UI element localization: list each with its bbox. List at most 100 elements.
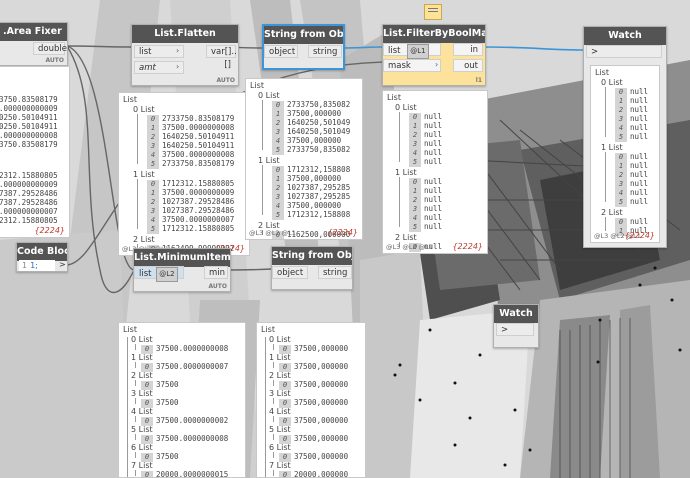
string-from-object-node-1[interactable]: String from Object object string bbox=[262, 24, 345, 70]
note-icon[interactable] bbox=[424, 4, 442, 20]
list-item: 4 37500.0000000008 bbox=[147, 150, 234, 160]
sublist-label: 2 List bbox=[131, 371, 153, 380]
list-value: .000000000009 bbox=[0, 104, 58, 113]
input-port[interactable]: > bbox=[586, 45, 662, 58]
list-value: null bbox=[424, 121, 443, 130]
string-from-object-node-2[interactable]: String from Object object string bbox=[271, 246, 353, 290]
output-port-min[interactable]: min bbox=[204, 266, 228, 279]
list-item: 5 2733750.83508179 bbox=[147, 159, 235, 169]
list-value: null bbox=[424, 186, 443, 195]
list-item: 0 37500,000000 bbox=[279, 434, 348, 444]
tree-line bbox=[399, 112, 400, 162]
list-flatten-node[interactable]: List.Flatten list › amt › var[]..[] AUTO bbox=[131, 24, 239, 86]
list-item: 0 37500,000000 bbox=[279, 398, 348, 408]
input-port-object[interactable]: object bbox=[264, 45, 298, 58]
sublist-label: 2 List bbox=[133, 235, 155, 244]
list-value: 37500,000000 bbox=[294, 362, 349, 371]
output-port-string[interactable]: string bbox=[308, 45, 342, 58]
list-value: 1640250.50104911 bbox=[162, 132, 235, 141]
list-item: 0 2733750,835082 bbox=[272, 100, 350, 110]
list-minimum-item-node[interactable]: List.MinimumItem list @L2 min AUTO bbox=[133, 248, 231, 292]
list-value: 37500.0000000002 bbox=[156, 416, 229, 425]
list-item: 4 null bbox=[409, 148, 442, 158]
tree-line bbox=[273, 398, 274, 404]
list-item: 3 null bbox=[409, 139, 442, 149]
string-from-object-preview-2: List 0 List 0 37500,000000 1 List 0 37500,0000… bbox=[256, 322, 366, 478]
list-value: 3750.83508179 bbox=[0, 95, 58, 104]
watch-node-2[interactable]: Watch > bbox=[493, 304, 539, 348]
tree-line bbox=[273, 380, 274, 386]
list-value: null bbox=[424, 130, 443, 139]
sublist-label: 1 List bbox=[131, 353, 153, 362]
list-levels: @L3 @L2 @L1 bbox=[386, 243, 433, 251]
code-block-node[interactable]: Code Block 11; > bbox=[16, 242, 68, 272]
list-value: 37500 bbox=[156, 380, 179, 389]
list-item: 1 null bbox=[615, 161, 649, 171]
list-value: 37500,000000 bbox=[294, 452, 349, 461]
output-port-double[interactable]: double bbox=[33, 42, 67, 55]
sublist-label: 1 List bbox=[601, 143, 623, 152]
node-title: String from Object bbox=[264, 26, 343, 44]
list-item: 1 37500,000000 bbox=[272, 174, 341, 184]
list-item: 0 37500 bbox=[141, 398, 179, 408]
list-value: 2733750.83508179 bbox=[162, 159, 235, 168]
filter-by-bool-mask-node[interactable]: List.FilterByBoolMask list @L1 mask › in… bbox=[382, 24, 486, 86]
list-item: 5 null bbox=[409, 222, 443, 232]
list-value: 2312.15880805 bbox=[0, 216, 58, 225]
list-item: 3 null bbox=[409, 204, 442, 214]
tree-line bbox=[273, 344, 274, 350]
tree-line bbox=[135, 362, 136, 368]
list-item: 2 null bbox=[615, 170, 648, 180]
item-index: 5 bbox=[147, 225, 159, 234]
output-port-out[interactable]: out bbox=[453, 59, 483, 72]
input-port-list[interactable]: list @L1 bbox=[383, 43, 441, 59]
sublist-label: 5 List bbox=[269, 425, 291, 434]
sublist-label: 0 List bbox=[601, 78, 623, 87]
tree-line bbox=[135, 380, 136, 386]
watch-node-1[interactable]: Watch > List 0 List 0 null 1 null 2 null 3 null 4 n… bbox=[583, 26, 667, 248]
sublist-label: 2 List bbox=[395, 233, 417, 242]
list-item: 1 null bbox=[615, 96, 648, 106]
sublist-label: 7 List bbox=[269, 461, 291, 470]
output-port-in[interactable]: in bbox=[453, 43, 483, 56]
input-port-list[interactable]: list @L2 bbox=[134, 266, 184, 282]
list-value: 37500,000000 bbox=[287, 201, 342, 210]
list-item: 0 20000,000000 bbox=[279, 470, 349, 478]
list-value: 37500 bbox=[156, 398, 179, 407]
list-item: 5 null bbox=[409, 157, 443, 167]
sublist-label: 4 List bbox=[131, 407, 153, 416]
list-value: null bbox=[424, 157, 443, 166]
tree-line bbox=[135, 416, 136, 422]
list-value: null bbox=[424, 222, 443, 231]
output-port-string[interactable]: string bbox=[318, 266, 352, 279]
area-fixer-preview: 3750.83508179.000000000009 0250.50104911 0… bbox=[0, 66, 70, 238]
list-value: 37500,000000 bbox=[294, 344, 349, 353]
output-port-var[interactable]: var[]..[] bbox=[206, 45, 237, 70]
output-port[interactable]: > bbox=[59, 260, 66, 269]
list-item: 4 null bbox=[615, 188, 648, 198]
input-port[interactable]: > bbox=[496, 323, 534, 336]
item-index: 5 bbox=[409, 158, 421, 167]
list-value: 20000.0000000015 bbox=[156, 470, 229, 478]
area-fixer-node[interactable]: .Area Fixer double AUTO bbox=[0, 22, 68, 66]
list-item: 0 null bbox=[615, 87, 648, 97]
tree-line bbox=[605, 217, 606, 231]
list-item: 0 null bbox=[615, 217, 648, 227]
input-port-object[interactable]: object bbox=[272, 266, 308, 279]
sublist-label: 0 List bbox=[258, 91, 280, 100]
list-item: 0 37500,000000 bbox=[279, 344, 349, 354]
level-selector[interactable]: @L2 bbox=[156, 267, 178, 282]
level-selector[interactable]: @L1 bbox=[407, 44, 429, 59]
list-item: 0 1712312,158808 bbox=[272, 165, 350, 175]
list-item: 5 null bbox=[615, 132, 648, 142]
code-editor[interactable]: 1 1; bbox=[19, 260, 55, 271]
input-port-mask[interactable]: mask bbox=[383, 59, 441, 72]
list-item: 0 null bbox=[409, 112, 442, 122]
list-item: 1 37500.0000000008 bbox=[147, 123, 234, 133]
lacing-label: AUTO bbox=[208, 283, 227, 290]
list-value: null bbox=[630, 161, 649, 170]
list-value: 20000,000000 bbox=[294, 470, 349, 478]
lacing-label: l1 bbox=[475, 77, 482, 84]
list-value: null bbox=[630, 105, 649, 114]
watch-1-preview: List 0 List 0 null 1 null 2 null 3 null 4 null 5 null… bbox=[590, 65, 660, 243]
